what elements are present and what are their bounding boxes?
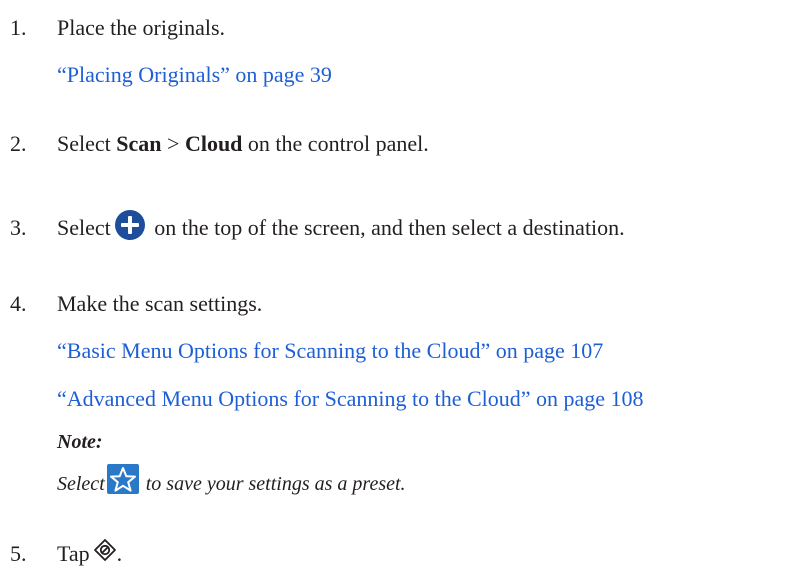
step-2-text: Select Scan > Cloud on the control panel… [57,130,429,158]
step-4-number: 4. [10,291,27,316]
basic-menu-options-link[interactable]: “Basic Menu Options for Scanning to the … [57,337,603,365]
note-pre: Select [57,473,105,495]
cloud-menu-label: Cloud [184,131,243,156]
note-post: to save your settings as a preset. [140,473,406,495]
note-heading: Note: [57,431,103,453]
note-text: Select to save your settings as a preset… [57,464,406,500]
manual-page: 1. Place the originals. “Placing Origina… [0,0,800,580]
add-circle-icon [114,209,145,240]
step-2-post: on the control panel. [242,131,429,156]
advanced-menu-options-link[interactable]: “Advanced Menu Options for Scanning to t… [57,385,644,413]
step-5-number: 5. [10,541,27,566]
scan-menu-label: Scan [116,131,162,156]
step-3-post: on the top of the screen, and then selec… [148,215,625,240]
step-4-text: Make the scan settings. [57,291,263,316]
menu-separator: > [161,131,185,156]
step-1-text: Place the originals. [57,15,226,40]
step-2-number: 2. [10,131,27,156]
step-1-number: 1. [10,15,27,40]
step-2-pre: Select [57,131,117,156]
step-5-pre: Tap [57,541,90,566]
step-3-text: Select on the top of the screen, and the… [57,209,625,245]
step-3-number: 3. [10,215,27,240]
step-5-post: . [116,541,123,566]
preset-star-icon [106,464,139,495]
step-5-text: Tap. [57,538,123,571]
start-button-icon [93,538,117,569]
placing-originals-link[interactable]: “Placing Originals” on page 39 [57,61,332,89]
step-3-pre: Select [57,215,111,240]
